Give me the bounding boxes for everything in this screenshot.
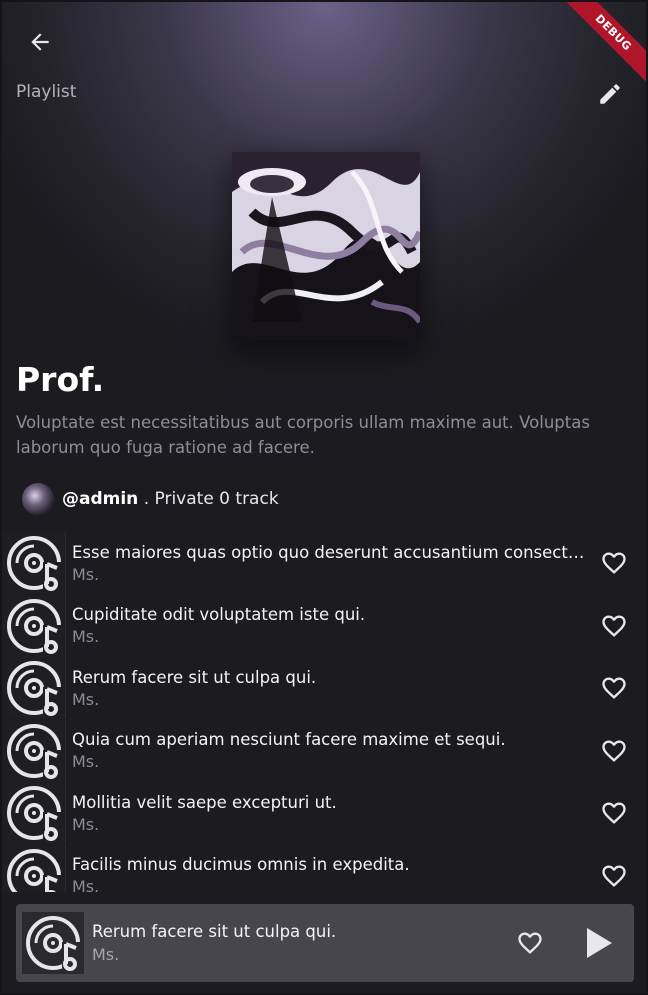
track-title: Facilis minus ducimus omnis in expedita.: [72, 855, 410, 875]
track-artist: Ms.: [72, 564, 100, 584]
track-thumbnail: [2, 782, 66, 845]
track-artist: Ms.: [72, 689, 100, 709]
like-button[interactable]: [592, 666, 636, 710]
music-disc-icon: [6, 723, 63, 780]
now-playing-artist: Ms.: [92, 945, 120, 964]
heart-outline-icon: [602, 802, 626, 825]
now-playing-like-button[interactable]: [508, 921, 552, 965]
track-artist: Ms.: [72, 877, 100, 892]
track-artist: Ms.: [72, 752, 100, 772]
track-thumbnail: [2, 657, 66, 720]
heart-outline-icon: [602, 740, 626, 762]
page-label: Playlist: [16, 82, 77, 102]
arrow-back-icon: [31, 33, 49, 51]
track-list[interactable]: Esse maiores quas optio quo deserunt acc…: [2, 532, 646, 892]
playlist-meta: . Private 0 track: [138, 489, 279, 509]
back-button[interactable]: [22, 24, 58, 60]
like-button[interactable]: [592, 729, 636, 773]
track-row[interactable]: Facilis minus ducimus omnis in expedita.…: [2, 844, 646, 892]
heart-outline-icon: [518, 932, 542, 954]
track-artist: Ms.: [72, 627, 100, 647]
track-artist: Ms.: [72, 814, 100, 834]
track-row[interactable]: Esse maiores quas optio quo deserunt acc…: [2, 532, 646, 595]
music-disc-icon: [6, 848, 63, 892]
now-playing-thumbnail: [22, 912, 84, 974]
playlist-description: Voluptate est necessitatibus aut corpori…: [16, 413, 590, 457]
now-playing-title: Rerum facere sit ut culpa qui.: [92, 922, 337, 941]
track-title: Mollitia velit saepe excepturi ut.: [72, 792, 337, 812]
music-disc-icon: [26, 916, 82, 972]
track-row[interactable]: Mollitia velit saepe excepturi ut. Ms.: [2, 782, 646, 845]
track-title: Cupiditate odit voluptatem iste qui.: [72, 605, 366, 625]
playlist-cover-image: [232, 152, 420, 340]
app-screen: DEBUG Playlist Prof. Voluptate est neces…: [0, 0, 648, 995]
track-title: Esse maiores quas optio quo deserunt acc…: [72, 542, 592, 562]
track-thumbnail: [2, 594, 66, 657]
track-row[interactable]: Rerum facere sit ut culpa qui. Ms.: [2, 657, 646, 720]
play-button[interactable]: [572, 918, 622, 968]
like-button[interactable]: [592, 854, 636, 892]
heart-outline-icon: [602, 865, 626, 887]
pencil-icon: [600, 84, 620, 104]
heart-outline-icon: [602, 615, 626, 637]
heart-outline-icon: [602, 552, 626, 575]
track-row[interactable]: Cupiditate odit voluptatem iste qui. Ms.: [2, 594, 646, 658]
playlist-owner-row: @admin . Private 0 track: [22, 483, 279, 515]
music-disc-icon: [6, 536, 63, 593]
track-thumbnail: [2, 719, 66, 782]
track-thumbnail: [2, 844, 66, 892]
mini-player[interactable]: Rerum facere sit ut culpa qui. Ms.: [16, 904, 634, 982]
track-row[interactable]: Quia cum aperiam nesciunt facere maxime …: [2, 719, 646, 783]
like-button[interactable]: [592, 541, 636, 585]
playlist-title: Prof.: [16, 360, 105, 399]
owner-avatar[interactable]: [22, 483, 54, 515]
music-disc-icon: [6, 598, 63, 655]
cover-artwork: [232, 152, 420, 340]
track-title: Quia cum aperiam nesciunt facere maxime …: [72, 730, 506, 750]
heart-outline-icon: [602, 677, 626, 700]
music-disc-icon: [6, 786, 63, 843]
track-title: Rerum facere sit ut culpa qui.: [72, 667, 317, 687]
play-icon: [587, 928, 612, 958]
like-button[interactable]: [592, 791, 636, 835]
edit-playlist-button[interactable]: [590, 74, 630, 114]
track-thumbnail: [2, 532, 66, 595]
like-button[interactable]: [592, 604, 636, 648]
owner-username-link[interactable]: @admin: [62, 489, 138, 509]
music-disc-icon: [6, 661, 63, 718]
